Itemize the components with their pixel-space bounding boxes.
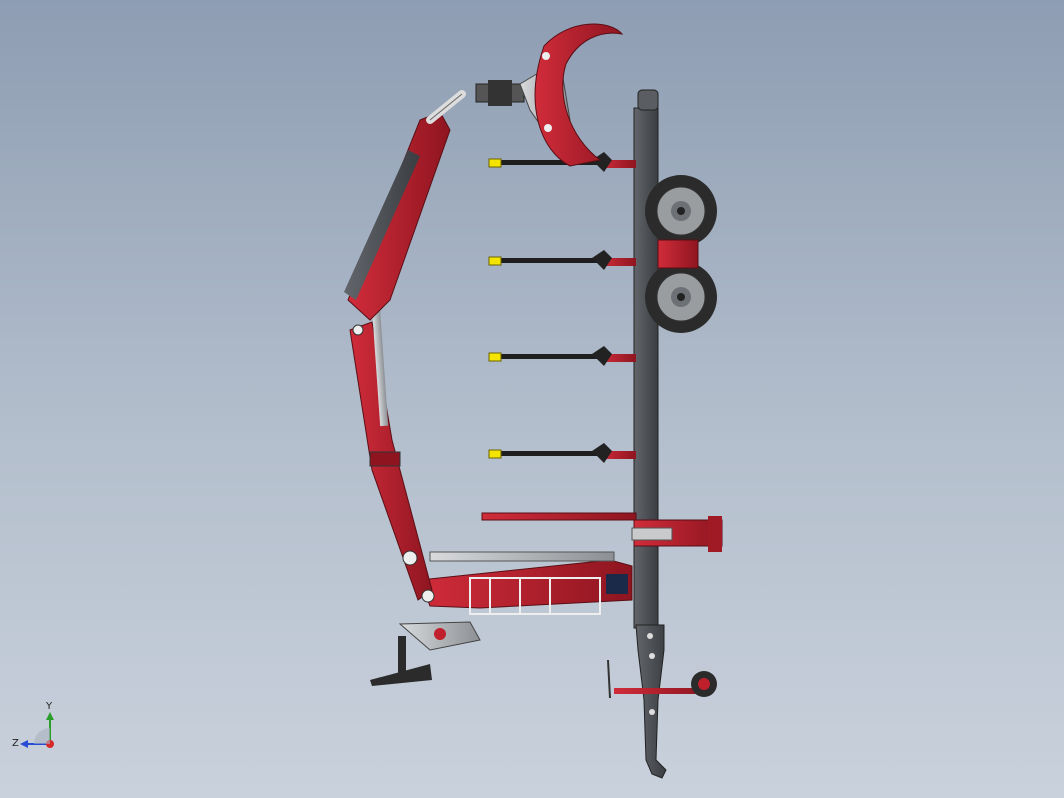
y-arrow-head (46, 712, 54, 720)
wheel-lower (645, 261, 717, 333)
stake-4 (488, 443, 636, 463)
wheel-upper (645, 175, 717, 247)
stake-2 (488, 250, 636, 270)
z-arrow-head (20, 740, 28, 748)
grapple (519, 23, 624, 167)
rotator (475, 80, 525, 106)
stake-3 (488, 346, 636, 366)
operator-station (370, 621, 481, 686)
axle-bracket (657, 239, 699, 269)
main-boom-upper (344, 90, 466, 321)
z-axis-label: Z (12, 738, 19, 749)
y-axis-label: Y (45, 701, 53, 712)
model-viewport[interactable] (0, 0, 1064, 798)
main-boom-lower (349, 305, 435, 603)
triad-shadow (34, 728, 50, 744)
boom-base (419, 551, 633, 615)
orientation-triad: Y Z (12, 701, 54, 749)
bottom-crossbar (481, 512, 637, 521)
